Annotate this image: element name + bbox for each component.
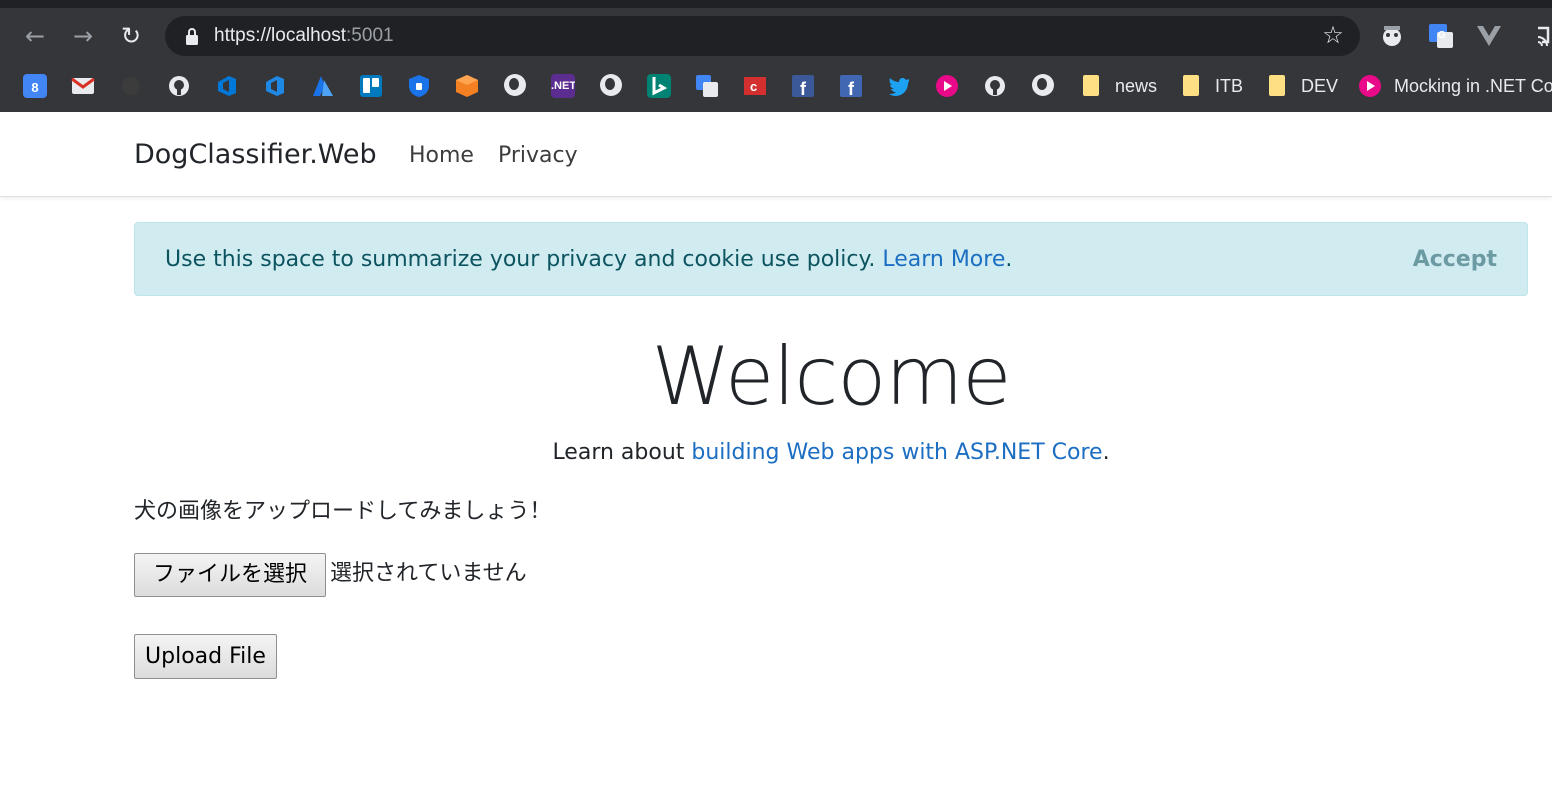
learn-about-line: Learn about building Web apps with ASP.N…: [0, 438, 1552, 468]
svg-text:c: c: [750, 79, 757, 94]
site-brand-link[interactable]: DogClassifier.Web: [134, 138, 377, 172]
url-host: localhost: [271, 25, 347, 46]
nav-home-link[interactable]: Home: [409, 141, 474, 171]
twitter-icon[interactable]: [887, 74, 911, 98]
cookie-consent-text: Use this space to summarize your privacy…: [165, 245, 1012, 275]
translate-icon[interactable]: [695, 74, 719, 98]
cookie-consent-alert: Use this space to summarize your privacy…: [134, 222, 1528, 296]
site-navbar: DogClassifier.Web Home Privacy: [0, 112, 1552, 197]
learn-more-link[interactable]: Learn More: [882, 247, 1005, 272]
page-content: DogClassifier.Web Home Privacy Use this …: [0, 112, 1552, 798]
azure-icon[interactable]: [311, 74, 335, 98]
github-icon[interactable]: [167, 74, 191, 98]
learn-suffix: .: [1102, 440, 1110, 465]
forward-arrow-icon[interactable]: →: [67, 20, 99, 52]
svg-text:G: G: [1438, 30, 1446, 41]
codeplex-icon[interactable]: c: [743, 74, 767, 98]
folder-icon[interactable]: [1083, 75, 1099, 96]
azure-devops-icon[interactable]: [263, 74, 287, 98]
pluralsight-icon[interactable]: [1358, 74, 1382, 98]
page-title: Welcome: [651, 330, 1012, 423]
extension-icon[interactable]: [1378, 22, 1406, 50]
folder-icon[interactable]: [1269, 75, 1285, 96]
back-arrow-icon[interactable]: ←: [19, 20, 51, 52]
learn-prefix: Learn about: [552, 440, 692, 465]
lock-icon: [186, 28, 198, 45]
translate-icon[interactable]: G: [1427, 22, 1455, 50]
url-scheme: https://: [214, 25, 272, 46]
azure-devops-icon[interactable]: [215, 74, 239, 98]
gmail-bookmark-icon[interactable]: [71, 74, 95, 98]
globe-icon[interactable]: [1032, 74, 1054, 96]
bookmark-folder-dev[interactable]: DEV: [1301, 74, 1338, 98]
calendar-bookmark-icon[interactable]: 8: [23, 74, 47, 98]
bookmark-mocking[interactable]: Mocking in .NET Co...: [1394, 74, 1552, 98]
cast-icon[interactable]: [1524, 22, 1552, 50]
globe-icon[interactable]: [504, 74, 526, 96]
trello-icon[interactable]: [359, 74, 383, 98]
vue-icon[interactable]: [1475, 22, 1503, 50]
upload-file-button[interactable]: Upload File: [134, 634, 277, 679]
star-icon[interactable]: ☆: [1320, 22, 1346, 48]
dotnet-icon[interactable]: .NET: [551, 74, 575, 98]
box-icon[interactable]: [455, 74, 479, 98]
bing-icon[interactable]: [647, 74, 671, 98]
url-text[interactable]: https://localhost:5001: [214, 24, 394, 48]
shield-icon[interactable]: [407, 74, 431, 98]
reload-icon[interactable]: ↻: [115, 20, 147, 52]
cookie-text-end: .: [1005, 247, 1013, 272]
dotnet-label: .NET: [551, 80, 575, 92]
dark-bookmark-icon[interactable]: [119, 74, 143, 98]
url-port: :5001: [346, 25, 394, 46]
calendar-day: 8: [31, 80, 39, 95]
choose-file-button[interactable]: ファイルを選択: [134, 553, 326, 597]
facebook-icon[interactable]: f: [839, 74, 863, 98]
github-icon[interactable]: [983, 74, 1007, 98]
accept-button[interactable]: Accept: [1413, 245, 1497, 275]
aspnet-docs-link[interactable]: building Web apps with ASP.NET Core: [691, 440, 1102, 465]
browser-toolbar: ← → ↻ https://localhost:5001 ☆ G 8 .NET …: [0, 0, 1552, 112]
cookie-text: Use this space to summarize your privacy…: [165, 247, 883, 272]
bookmark-folder-news[interactable]: news: [1115, 74, 1157, 98]
folder-icon[interactable]: [1183, 75, 1199, 96]
bookmark-folder-itb[interactable]: ITB: [1215, 74, 1243, 98]
tab-strip: [0, 0, 1552, 8]
upload-prompt: 犬の画像をアップロードしてみましょう！: [134, 499, 552, 524]
no-file-selected-text: 選択されていません: [330, 561, 527, 586]
facebook-icon[interactable]: f: [791, 74, 815, 98]
svg-text:f: f: [800, 79, 807, 98]
nav-privacy-link[interactable]: Privacy: [498, 141, 578, 171]
bookmarks-bar: 8 .NET c f f news ITB DEV Mocking in .NE…: [0, 66, 1552, 106]
pluralsight-icon[interactable]: [935, 74, 959, 98]
globe-icon[interactable]: [600, 74, 622, 96]
svg-text:f: f: [848, 79, 855, 98]
